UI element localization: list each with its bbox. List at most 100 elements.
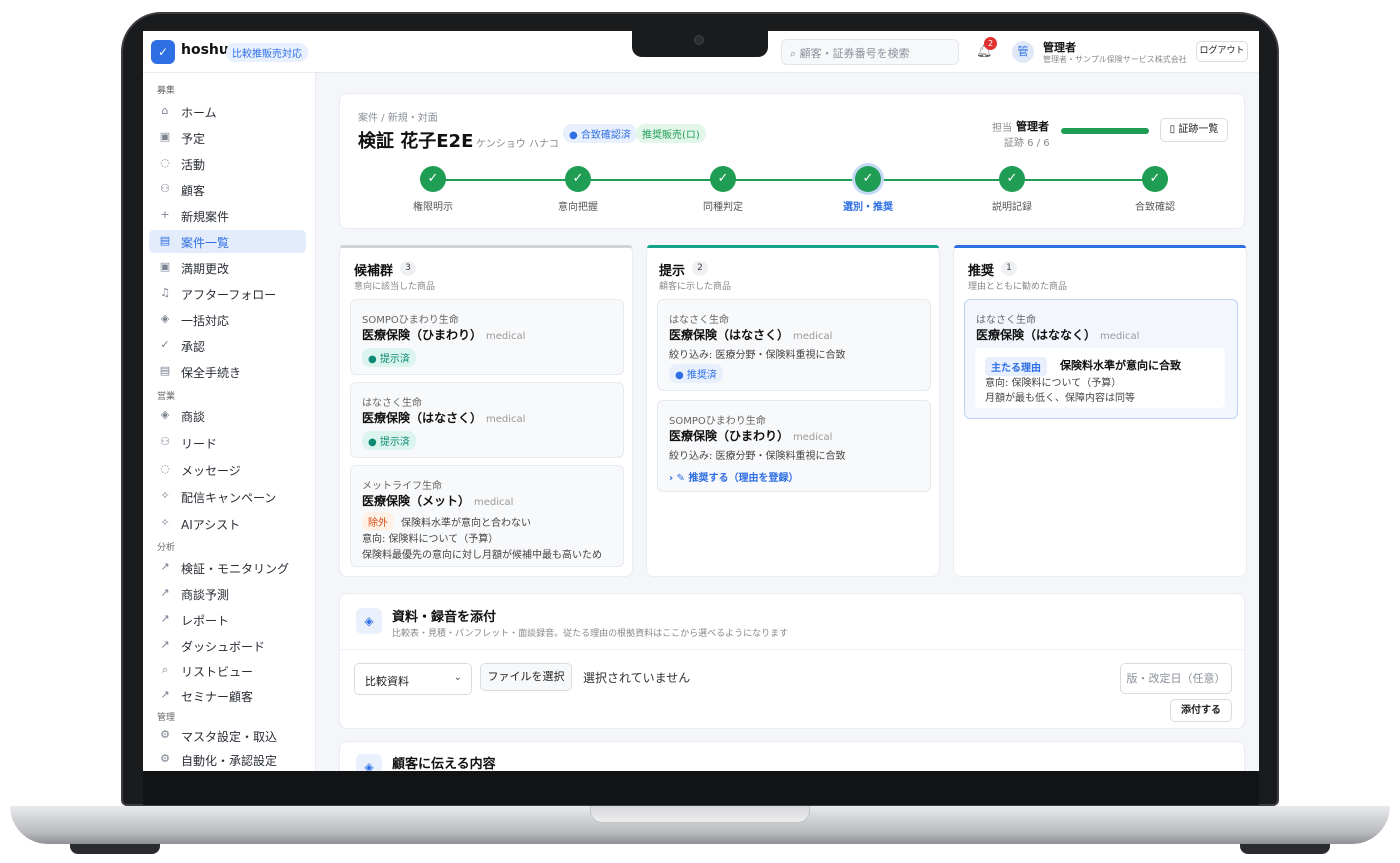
insurer-name: SOMPOひまわり生命: [669, 416, 766, 427]
sidebar-item-new-case[interactable]: + 新規案件: [149, 204, 306, 227]
shield-check-icon[interactable]: ✓: [151, 40, 175, 64]
search-input[interactable]: ⌕ 顧客・証券番号を検索: [781, 39, 959, 65]
product-name: 医療保険（メット） medical: [362, 492, 513, 509]
sidebar-item-label: 活動: [181, 158, 206, 172]
sidebar-item-activity[interactable]: ◌ 活動: [149, 152, 306, 175]
step-4[interactable]: ✓: [855, 166, 881, 192]
check-icon: ✓: [160, 338, 170, 351]
sidebar-item-monitoring[interactable]: ↗ 検証・モニタリング: [149, 556, 306, 579]
evidence-list-button[interactable]: ▯ 証跡一覧: [1160, 118, 1228, 142]
sidebar-item-approval[interactable]: ✓ 承認: [149, 334, 306, 357]
sparkle-icon: ✧: [160, 516, 170, 529]
sidebar-item-seminar[interactable]: ↗ セミナー顧客: [149, 684, 306, 707]
sidebar-item-dashboard[interactable]: ↗ ダッシュボード: [149, 634, 306, 657]
step-label: 説明記録: [992, 202, 1032, 213]
recommend-link[interactable]: › ✎ 推奨する（理由を登録）: [669, 469, 798, 484]
step-1[interactable]: ✓: [420, 166, 446, 192]
step-label: 同種判定: [703, 202, 743, 213]
check-icon: ✓: [572, 171, 584, 186]
attachment-subtitle: 比較表・見積・パンフレット・面談録音。従たる理由の根拠資料はここから選べるように…: [392, 629, 789, 639]
sidebar-item-schedule[interactable]: ▣ 予定: [149, 126, 306, 149]
sidebar-item-messages[interactable]: ◌ メッセージ: [149, 458, 306, 481]
check-icon: ✓: [862, 171, 874, 186]
sidebar-item-label: 顧客: [181, 184, 206, 198]
breadcrumb[interactable]: 案件 / 新規・対面: [358, 109, 438, 124]
sidebar-item-listview[interactable]: ⌕ リストビュー: [149, 659, 306, 682]
insurer-name: はなさく生命: [976, 315, 1036, 326]
document-type-select[interactable]: 比較資料 ⌄: [354, 663, 472, 695]
document-icon: ▤: [159, 234, 171, 247]
check-icon: ✓: [1149, 171, 1161, 186]
revision-date-input[interactable]: 版・改定日（任意）: [1120, 663, 1232, 694]
product-name: 医療保険（はなさく） medical: [669, 326, 832, 343]
sidebar: 募集 ⌂ ホーム ▣ 予定 ◌ 活動 ⚇ 顧客 + 新規案件 ▤ 案件一覧 ▣ 満期更改 ♫ ア…: [143, 73, 316, 771]
brand-badge: 比較推販売対応: [226, 43, 308, 62]
case-header-card: 案件 / 新規・対面 検証 花子E2E ケンショウ ハナコ ● 合致確認済 推奨…: [339, 93, 1245, 229]
intent-text: 意向: 保険料について（予算）: [985, 378, 1122, 389]
step-6[interactable]: ✓: [1142, 166, 1168, 192]
stepper-line: [433, 179, 1155, 181]
excluded-badge: 除外: [362, 512, 394, 531]
sidebar-item-maintenance[interactable]: ▤ 保全手続き: [149, 360, 306, 383]
product-category: medical: [474, 497, 514, 508]
bell-icon: ♫: [160, 286, 170, 299]
sidebar-item-renewal[interactable]: ▣ 満期更改: [149, 256, 306, 279]
sidebar-item-bulk[interactable]: ◈ 一括対応: [149, 308, 306, 331]
product-name-text: 医療保険（はなさく）: [362, 411, 483, 425]
sidebar-item-ai-assist[interactable]: ✧ AIアシスト: [149, 512, 306, 535]
reason-title: 保険料水準が意向に合致: [1060, 359, 1181, 372]
column-subtitle: 顧客に示した商品: [659, 282, 732, 292]
column-count: 3: [400, 261, 416, 276]
sidebar-item-case-list[interactable]: ▤ 案件一覧: [149, 230, 306, 253]
case-kana: ケンショウ ハナコ: [476, 139, 559, 150]
choose-file-button[interactable]: ファイルを選択: [480, 663, 572, 691]
product-card[interactable]: SOMPOひまわり生命 医療保険（ひまわり） medical 絞り込み: 医療分野…: [657, 400, 931, 492]
chart-icon: ↗: [160, 560, 170, 573]
product-card[interactable]: はなさく生命 医療保険（はなさく） medical 絞り込み: 医療分野・保険料重…: [657, 299, 931, 391]
product-card[interactable]: SOMPOひまわり生命 医療保険（ひまわり） medical ● 提示済: [350, 299, 624, 375]
app-screen: ✓ hoshu 比較推販売対応 ⌕ 顧客・証券番号を検索 🔔︎ 2 管 管理者 …: [143, 31, 1259, 771]
sidebar-item-reports[interactable]: ↗ レポート: [149, 608, 306, 631]
step-5[interactable]: ✓: [999, 166, 1025, 192]
sidebar-item-label: 一括対応: [181, 314, 230, 328]
sidebar-item-leads[interactable]: ⚇ リード: [149, 431, 306, 454]
product-name-text: 医療保険（はなさく）: [669, 328, 790, 342]
user-name: 管理者: [1043, 41, 1076, 54]
search-icon: ⌕: [790, 47, 800, 60]
check-icon: ✓: [1006, 171, 1018, 186]
select-value: 比較資料: [365, 675, 409, 688]
sidebar-item-master[interactable]: ⚙ マスタ設定・取込: [149, 724, 306, 747]
product-card[interactable]: メットライフ生命 医療保険（メット） medical 除外 保険料水準が意向と合わ…: [350, 465, 624, 567]
sidebar-item-customers[interactable]: ⚇ 顧客: [149, 178, 306, 201]
column-candidates: 候補群 3 意向に該当した商品 SOMPOひまわり生命 医療保険（ひまわり） me…: [339, 245, 633, 577]
filter-text: 絞り込み: 医療分野・保険料重視に合致: [669, 451, 846, 462]
sidebar-item-label: 承認: [181, 340, 206, 354]
divider: [340, 649, 1244, 650]
sidebar-item-home[interactable]: ⌂ ホーム: [149, 100, 306, 123]
sidebar-item-deals[interactable]: ◈ 商談: [149, 404, 306, 427]
brand-name[interactable]: hoshu: [181, 42, 229, 58]
product-category: medical: [793, 331, 833, 342]
step-2[interactable]: ✓: [565, 166, 591, 192]
sidebar-item-automation[interactable]: ⚙ 自動化・承認設定: [149, 748, 306, 771]
attach-button[interactable]: 添付する: [1170, 699, 1232, 722]
sidebar-section: 募集: [157, 86, 176, 96]
product-card[interactable]: はなさく生命 医療保険（はなさく） medical ● 提示済: [350, 382, 624, 458]
product-card-selected[interactable]: はなさく生命 医療保険（はななく） medical 主たる理由 保険料水準が意向に…: [964, 299, 1238, 419]
chart-icon: ↗: [160, 586, 170, 599]
sidebar-item-label: メッセージ: [181, 464, 241, 478]
step-3[interactable]: ✓: [710, 166, 736, 192]
avatar[interactable]: 管: [1012, 41, 1034, 63]
sidebar-item-label: リード: [181, 437, 218, 451]
intent-text: 意向: 保険料について（予算）: [362, 534, 499, 545]
insurer-name: はなさく生命: [362, 398, 422, 409]
product-name: 医療保険（ひまわり） medical: [669, 427, 832, 444]
evidence-progress-text: 証跡 6 / 6: [1004, 138, 1050, 149]
product-category: medical: [486, 331, 526, 342]
product-category: medical: [486, 414, 526, 425]
sidebar-item-campaign[interactable]: ✧ 配信キャンペーン: [149, 485, 306, 508]
sidebar-item-forecast[interactable]: ↗ 商談予測: [149, 582, 306, 605]
step-label: 意向把握: [558, 202, 598, 213]
sidebar-item-aftercare[interactable]: ♫ アフターフォロー: [149, 282, 306, 305]
logout-button[interactable]: ログアウト: [1196, 41, 1248, 62]
